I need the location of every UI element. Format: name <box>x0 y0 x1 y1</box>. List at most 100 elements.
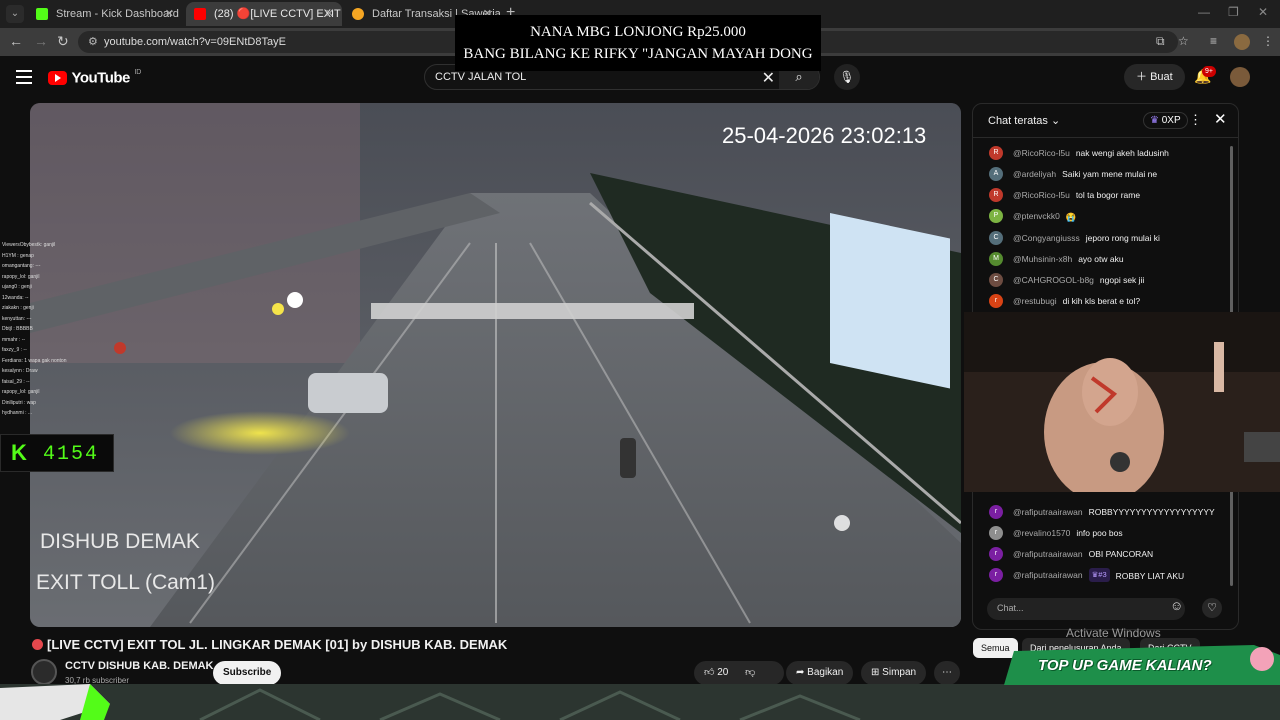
chat-author-avatar[interactable]: C <box>989 272 1003 287</box>
tab-close-icon[interactable]: ✕ <box>325 2 334 26</box>
donation-banner: NANA MBG LONJONG Rp25.000 BANG BILANG KE… <box>455 15 821 71</box>
chat-author-name[interactable]: @RicoRico-l5u <box>1013 148 1070 158</box>
saweria-favicon-icon <box>352 8 364 20</box>
car <box>308 373 388 413</box>
chat-message[interactable]: M @Muhsinin-x8h ayo otw aku <box>989 251 1124 269</box>
kick-chat-line: faisal_29 : -- <box>2 378 30 385</box>
chat-mode-dropdown[interactable]: Chat teratas ⌄ <box>988 114 1060 127</box>
chat-author-name[interactable]: @restubugi <box>1013 296 1057 306</box>
kick-chat-line: faxzy_9 : -- <box>2 347 27 353</box>
chat-close-icon[interactable]: ✕ <box>1214 110 1227 128</box>
plus-icon: ＋ <box>1136 71 1151 83</box>
billboard <box>830 213 950 389</box>
chat-author-avatar[interactable]: M <box>989 251 1003 266</box>
xp-value: 0XP <box>1161 115 1181 126</box>
share-label: Bagikan <box>807 667 844 678</box>
webcam-scene <box>964 312 1280 492</box>
chat-author-name[interactable]: @RicoRico-l5u <box>1013 190 1070 200</box>
install-icon[interactable]: ⧉ <box>1156 34 1165 49</box>
xp-badge[interactable]: ♛ 0XP <box>1143 112 1188 129</box>
chat-message[interactable]: r @rafiputraairawan ROBBYYYYYYYYYYYYYYYYYY <box>989 504 1215 522</box>
back-icon[interactable]: ← <box>9 33 23 49</box>
video-player[interactable]: 25-04-2026 23:02:13 DISHUB DEMAK EXIT TO… <box>30 103 961 627</box>
chat-input[interactable]: Chat... <box>987 598 1185 620</box>
kick-chat-line: ujang0 : genji <box>2 284 32 290</box>
chat-more-icon[interactable]: ⋮ <box>1189 112 1202 128</box>
channel-avatar[interactable] <box>31 659 57 685</box>
tab-title: (28) 🔴[LIVE CCTV] EXIT TO <box>214 8 342 20</box>
subscribe-button[interactable]: Subscribe <box>213 661 282 685</box>
chat-message[interactable]: P @ptenvckk0 😭 <box>989 209 1077 227</box>
chat-author-name[interactable]: @CAHGROGOL-b8g <box>1013 275 1094 285</box>
media-control-icon[interactable]: ≡ <box>1210 34 1217 48</box>
chat-author-avatar[interactable]: R <box>989 145 1003 160</box>
tab-close-icon[interactable]: ✕ <box>165 2 174 26</box>
maximize-icon[interactable]: ❐ <box>1228 5 1239 19</box>
chat-message[interactable]: r @restubugi di kih kls berat e tol? <box>989 293 1140 311</box>
bookmark-star-icon[interactable]: ☆ <box>1178 34 1189 48</box>
chat-message[interactable]: r @revalino1570 info poo bos <box>989 525 1123 543</box>
chat-author-avatar[interactable]: P <box>989 209 1003 224</box>
share-button[interactable]: ➦ Bagikan <box>786 661 854 685</box>
chat-mode-label: Chat teratas <box>988 115 1048 127</box>
chat-author-name[interactable]: @Muhsinin-x8h <box>1013 254 1072 264</box>
tab-search-button[interactable]: ⌄ <box>6 5 24 23</box>
channel-name[interactable]: CCTV DISHUB KAB. DEMAK <box>65 660 214 672</box>
forward-icon[interactable]: → <box>34 33 48 49</box>
chat-message[interactable]: A @ardeliyah Saiki yam mene mulai ne <box>989 166 1157 184</box>
reload-icon[interactable]: ↻ <box>57 33 69 50</box>
dislike-button[interactable]: 👎︎ <box>745 667 755 678</box>
chat-author-name[interactable]: @revalino1570 <box>1013 528 1070 538</box>
chat-message[interactable]: R @RicoRico-l5u nak wengi akeh ladusinh <box>989 145 1169 163</box>
chevron-down-icon: ⌄ <box>1050 115 1061 127</box>
chat-author-name[interactable]: @rafiputraairawan <box>1013 549 1083 559</box>
tab-kick[interactable]: Stream - Kick Dashboard ✕ <box>28 2 182 26</box>
chat-author-avatar[interactable]: r <box>989 504 1003 519</box>
save-button[interactable]: ⊞ Simpan <box>861 661 927 685</box>
url-text: youtube.com/watch?v=09ENtD8TayE <box>104 36 286 48</box>
chat-author-avatar[interactable]: r <box>989 547 1003 562</box>
chat-message[interactable]: R @RicoRico-l5u tol ta bogor rame <box>989 187 1140 205</box>
menu-icon[interactable] <box>16 70 32 88</box>
kick-chat-line: Dinlliputri : wap <box>2 399 36 406</box>
emoji-icon[interactable]: ☺ <box>1170 598 1183 613</box>
chat-header: Chat teratas ⌄ ♛ 0XP ⋮ ✕ <box>973 104 1238 138</box>
chat-author-name[interactable]: @Congyangiusss <box>1013 233 1080 243</box>
chat-author-name[interactable]: @rafiputraairawan <box>1013 507 1083 517</box>
chat-author-name[interactable]: @ptenvckk0 <box>1013 211 1060 221</box>
chat-message-text: OBI PANCORAN <box>1088 549 1154 560</box>
kick-chat-line: rapopy_lol: ganjil <box>2 273 40 280</box>
chat-message[interactable]: r @rafiputraairawan ♛#3 ROBBY LIAT AKU <box>989 568 1184 586</box>
voice-search-button[interactable]: 🎙 <box>834 64 860 90</box>
chat-author-name[interactable]: @ardeliyah <box>1013 169 1056 179</box>
motorcycle <box>620 438 636 478</box>
kick-chat-line: rapopy_lol: ganjil <box>2 389 40 395</box>
account-avatar[interactable] <box>1230 67 1250 87</box>
browser-menu-icon[interactable]: ⋮ <box>1262 34 1274 48</box>
chat-author-avatar[interactable]: r <box>989 525 1003 540</box>
kick-chat-line: hydhanmi : ... <box>2 410 33 416</box>
like-button[interactable]: 👍︎ 20 <box>704 667 728 678</box>
create-label: Buat <box>1150 71 1173 83</box>
chat-message[interactable]: C @Congyangiusss jeporo rong mulai ki <box>989 230 1160 248</box>
heart-icon[interactable]: ♡ <box>1202 598 1222 618</box>
close-window-icon[interactable]: ✕ <box>1258 5 1268 19</box>
chat-author-avatar[interactable]: r <box>989 568 1003 583</box>
chat-message[interactable]: C @CAHGROGOL-b8g ngopi sek jii <box>989 272 1144 290</box>
minimize-icon[interactable]: — <box>1198 5 1210 19</box>
chat-author-avatar[interactable]: A <box>989 166 1003 181</box>
chat-author-avatar[interactable]: C <box>989 230 1003 245</box>
chat-author-name[interactable]: @rafiputraairawan <box>1013 570 1083 580</box>
browser-profile-avatar[interactable] <box>1234 34 1250 50</box>
clear-search-icon[interactable]: ✕ <box>762 68 775 88</box>
chat-author-avatar[interactable]: R <box>989 188 1003 203</box>
chat-message[interactable]: r @rafiputraairawan OBI PANCORAN <box>989 546 1153 564</box>
more-actions-button[interactable]: ⋯ <box>934 661 960 685</box>
chat-message-text: tol ta bogor rame <box>1075 190 1141 201</box>
chat-author-avatar[interactable]: r <box>989 294 1003 309</box>
tab-youtube[interactable]: (28) 🔴[LIVE CCTV] EXIT TO ✕ <box>186 2 342 26</box>
create-button[interactable]: ＋ Buat <box>1124 64 1185 90</box>
site-info-icon[interactable]: ⚙ <box>88 35 98 48</box>
headlight-glow <box>170 411 350 455</box>
youtube-logo[interactable]: YouTube ID <box>48 69 141 87</box>
